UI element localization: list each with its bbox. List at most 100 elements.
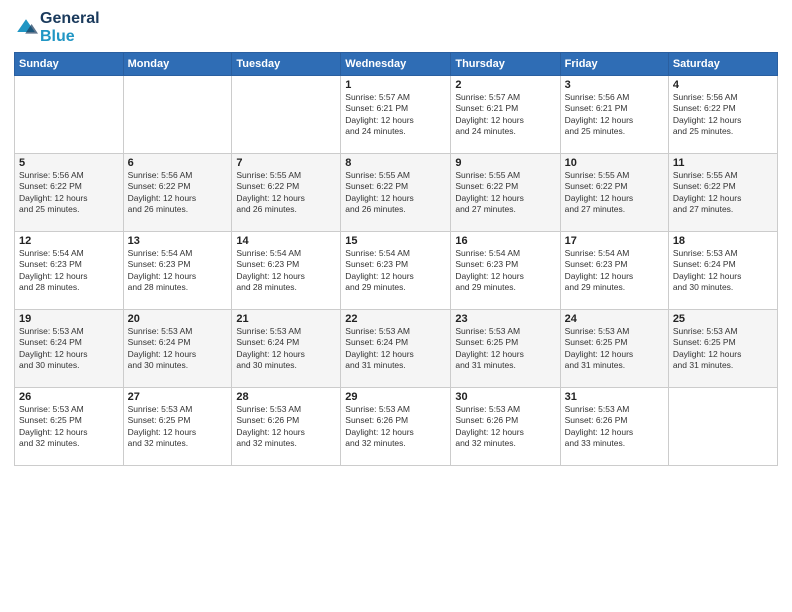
- day-number: 28: [236, 391, 336, 403]
- calendar-week-row: 5Sunrise: 5:56 AM Sunset: 6:22 PM Daylig…: [15, 154, 778, 232]
- weekday-header: Sunday: [15, 53, 124, 76]
- day-info: Sunrise: 5:53 AM Sunset: 6:25 PM Dayligh…: [128, 404, 228, 450]
- logo: General Blue: [14, 10, 100, 46]
- day-info: Sunrise: 5:54 AM Sunset: 6:23 PM Dayligh…: [19, 248, 119, 294]
- calendar-cell: [123, 76, 232, 154]
- weekday-header: Monday: [123, 53, 232, 76]
- day-number: 4: [673, 79, 773, 91]
- calendar-cell: 29Sunrise: 5:53 AM Sunset: 6:26 PM Dayli…: [341, 388, 451, 466]
- calendar-table: SundayMondayTuesdayWednesdayThursdayFrid…: [14, 52, 778, 466]
- calendar-cell: 31Sunrise: 5:53 AM Sunset: 6:26 PM Dayli…: [560, 388, 668, 466]
- calendar-cell: 22Sunrise: 5:53 AM Sunset: 6:24 PM Dayli…: [341, 310, 451, 388]
- day-number: 18: [673, 235, 773, 247]
- day-number: 21: [236, 313, 336, 325]
- calendar-cell: 2Sunrise: 5:57 AM Sunset: 6:21 PM Daylig…: [451, 76, 560, 154]
- day-info: Sunrise: 5:55 AM Sunset: 6:22 PM Dayligh…: [673, 170, 773, 216]
- calendar-cell: [15, 76, 124, 154]
- weekday-header: Friday: [560, 53, 668, 76]
- calendar-cell: 7Sunrise: 5:55 AM Sunset: 6:22 PM Daylig…: [232, 154, 341, 232]
- day-number: 2: [455, 79, 555, 91]
- day-info: Sunrise: 5:53 AM Sunset: 6:26 PM Dayligh…: [455, 404, 555, 450]
- day-number: 17: [565, 235, 664, 247]
- day-info: Sunrise: 5:55 AM Sunset: 6:22 PM Dayligh…: [345, 170, 446, 216]
- day-number: 1: [345, 79, 446, 91]
- calendar-cell: 8Sunrise: 5:55 AM Sunset: 6:22 PM Daylig…: [341, 154, 451, 232]
- calendar-cell: 27Sunrise: 5:53 AM Sunset: 6:25 PM Dayli…: [123, 388, 232, 466]
- day-number: 3: [565, 79, 664, 91]
- header: General Blue: [14, 10, 778, 46]
- day-info: Sunrise: 5:54 AM Sunset: 6:23 PM Dayligh…: [455, 248, 555, 294]
- day-info: Sunrise: 5:53 AM Sunset: 6:24 PM Dayligh…: [128, 326, 228, 372]
- calendar-week-row: 12Sunrise: 5:54 AM Sunset: 6:23 PM Dayli…: [15, 232, 778, 310]
- calendar-cell: 28Sunrise: 5:53 AM Sunset: 6:26 PM Dayli…: [232, 388, 341, 466]
- day-info: Sunrise: 5:55 AM Sunset: 6:22 PM Dayligh…: [565, 170, 664, 216]
- weekday-header: Thursday: [451, 53, 560, 76]
- calendar-cell: 13Sunrise: 5:54 AM Sunset: 6:23 PM Dayli…: [123, 232, 232, 310]
- day-info: Sunrise: 5:54 AM Sunset: 6:23 PM Dayligh…: [565, 248, 664, 294]
- day-number: 20: [128, 313, 228, 325]
- calendar-cell: 30Sunrise: 5:53 AM Sunset: 6:26 PM Dayli…: [451, 388, 560, 466]
- calendar-cell: 15Sunrise: 5:54 AM Sunset: 6:23 PM Dayli…: [341, 232, 451, 310]
- calendar-cell: 23Sunrise: 5:53 AM Sunset: 6:25 PM Dayli…: [451, 310, 560, 388]
- day-info: Sunrise: 5:54 AM Sunset: 6:23 PM Dayligh…: [128, 248, 228, 294]
- day-number: 13: [128, 235, 228, 247]
- day-info: Sunrise: 5:54 AM Sunset: 6:23 PM Dayligh…: [345, 248, 446, 294]
- day-info: Sunrise: 5:54 AM Sunset: 6:23 PM Dayligh…: [236, 248, 336, 294]
- calendar-cell: 21Sunrise: 5:53 AM Sunset: 6:24 PM Dayli…: [232, 310, 341, 388]
- day-info: Sunrise: 5:53 AM Sunset: 6:24 PM Dayligh…: [345, 326, 446, 372]
- day-number: 9: [455, 157, 555, 169]
- calendar-cell: 5Sunrise: 5:56 AM Sunset: 6:22 PM Daylig…: [15, 154, 124, 232]
- day-info: Sunrise: 5:53 AM Sunset: 6:24 PM Dayligh…: [19, 326, 119, 372]
- calendar-cell: [232, 76, 341, 154]
- calendar-week-row: 26Sunrise: 5:53 AM Sunset: 6:25 PM Dayli…: [15, 388, 778, 466]
- calendar-page: General Blue SundayMondayTuesdayWednesda…: [0, 0, 792, 612]
- day-number: 15: [345, 235, 446, 247]
- day-info: Sunrise: 5:55 AM Sunset: 6:22 PM Dayligh…: [455, 170, 555, 216]
- day-number: 8: [345, 157, 446, 169]
- calendar-week-row: 19Sunrise: 5:53 AM Sunset: 6:24 PM Dayli…: [15, 310, 778, 388]
- day-number: 19: [19, 313, 119, 325]
- day-info: Sunrise: 5:55 AM Sunset: 6:22 PM Dayligh…: [236, 170, 336, 216]
- weekday-header: Saturday: [668, 53, 777, 76]
- day-info: Sunrise: 5:53 AM Sunset: 6:26 PM Dayligh…: [565, 404, 664, 450]
- day-number: 29: [345, 391, 446, 403]
- calendar-cell: 14Sunrise: 5:54 AM Sunset: 6:23 PM Dayli…: [232, 232, 341, 310]
- calendar-cell: 24Sunrise: 5:53 AM Sunset: 6:25 PM Dayli…: [560, 310, 668, 388]
- day-number: 26: [19, 391, 119, 403]
- calendar-cell: 18Sunrise: 5:53 AM Sunset: 6:24 PM Dayli…: [668, 232, 777, 310]
- day-info: Sunrise: 5:53 AM Sunset: 6:24 PM Dayligh…: [673, 248, 773, 294]
- day-info: Sunrise: 5:56 AM Sunset: 6:22 PM Dayligh…: [673, 92, 773, 138]
- day-info: Sunrise: 5:53 AM Sunset: 6:26 PM Dayligh…: [345, 404, 446, 450]
- day-number: 23: [455, 313, 555, 325]
- calendar-cell: 26Sunrise: 5:53 AM Sunset: 6:25 PM Dayli…: [15, 388, 124, 466]
- day-info: Sunrise: 5:53 AM Sunset: 6:25 PM Dayligh…: [673, 326, 773, 372]
- day-number: 7: [236, 157, 336, 169]
- day-info: Sunrise: 5:56 AM Sunset: 6:22 PM Dayligh…: [128, 170, 228, 216]
- calendar-cell: [668, 388, 777, 466]
- calendar-cell: 11Sunrise: 5:55 AM Sunset: 6:22 PM Dayli…: [668, 154, 777, 232]
- weekday-header: Wednesday: [341, 53, 451, 76]
- calendar-cell: 25Sunrise: 5:53 AM Sunset: 6:25 PM Dayli…: [668, 310, 777, 388]
- day-number: 22: [345, 313, 446, 325]
- calendar-cell: 10Sunrise: 5:55 AM Sunset: 6:22 PM Dayli…: [560, 154, 668, 232]
- day-info: Sunrise: 5:53 AM Sunset: 6:25 PM Dayligh…: [19, 404, 119, 450]
- weekday-header-row: SundayMondayTuesdayWednesdayThursdayFrid…: [15, 53, 778, 76]
- logo-text: General Blue: [40, 10, 100, 46]
- logo-icon: [14, 16, 38, 40]
- day-number: 25: [673, 313, 773, 325]
- day-number: 30: [455, 391, 555, 403]
- day-number: 6: [128, 157, 228, 169]
- day-info: Sunrise: 5:57 AM Sunset: 6:21 PM Dayligh…: [345, 92, 446, 138]
- calendar-cell: 4Sunrise: 5:56 AM Sunset: 6:22 PM Daylig…: [668, 76, 777, 154]
- day-info: Sunrise: 5:56 AM Sunset: 6:22 PM Dayligh…: [19, 170, 119, 216]
- day-info: Sunrise: 5:57 AM Sunset: 6:21 PM Dayligh…: [455, 92, 555, 138]
- day-info: Sunrise: 5:56 AM Sunset: 6:21 PM Dayligh…: [565, 92, 664, 138]
- calendar-cell: 3Sunrise: 5:56 AM Sunset: 6:21 PM Daylig…: [560, 76, 668, 154]
- day-number: 14: [236, 235, 336, 247]
- day-number: 27: [128, 391, 228, 403]
- weekday-header: Tuesday: [232, 53, 341, 76]
- day-number: 12: [19, 235, 119, 247]
- calendar-cell: 1Sunrise: 5:57 AM Sunset: 6:21 PM Daylig…: [341, 76, 451, 154]
- calendar-cell: 12Sunrise: 5:54 AM Sunset: 6:23 PM Dayli…: [15, 232, 124, 310]
- day-info: Sunrise: 5:53 AM Sunset: 6:25 PM Dayligh…: [565, 326, 664, 372]
